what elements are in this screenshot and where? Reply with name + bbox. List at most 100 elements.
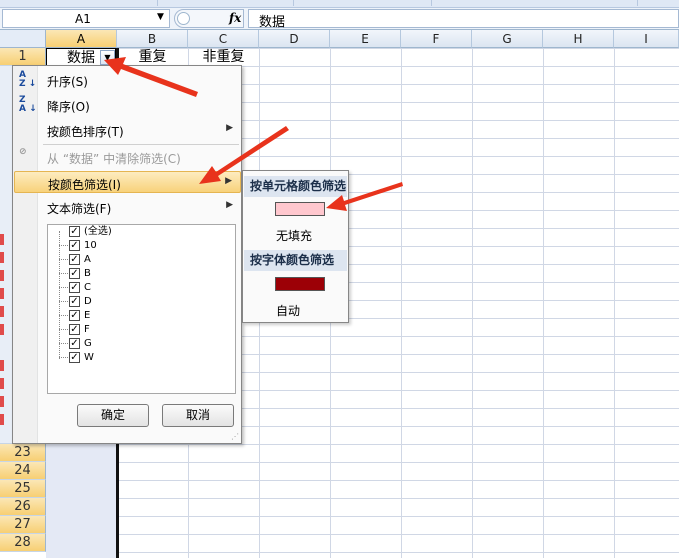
list-item[interactable]: ✓ C — [48, 281, 235, 295]
checkbox[interactable]: ✓ — [69, 240, 80, 251]
menu-item-label: 文本筛选(F) — [47, 202, 112, 216]
checkbox[interactable]: ✓ — [69, 226, 80, 237]
column-header-h[interactable]: H — [543, 30, 614, 48]
insert-function-button[interactable]: fx — [229, 11, 241, 25]
cancel-button[interactable]: 取消 — [162, 404, 234, 427]
list-item-label: (全选) — [84, 226, 112, 237]
red-cell-mark — [0, 324, 4, 335]
list-item[interactable]: ✓ (全选) — [48, 225, 235, 239]
ribbon-segment — [294, 0, 432, 6]
menu-item-label: 按颜色排序(T) — [47, 125, 124, 139]
red-cell-mark — [0, 288, 4, 299]
ribbon-segment — [0, 0, 158, 6]
ribbon-segment — [432, 0, 638, 6]
column-header-c[interactable]: C — [188, 30, 259, 48]
no-fill-option[interactable]: 无填充 — [276, 227, 312, 244]
column-header-g[interactable]: G — [472, 30, 543, 48]
menu-item-label: 升序(S) — [47, 75, 88, 89]
submenu-arrow-icon: ▶ — [225, 176, 232, 186]
list-item-label: D — [84, 296, 92, 307]
list-item[interactable]: ✓ W — [48, 351, 235, 365]
formula-bar: A1 ▼ fx 数据 — [0, 8, 679, 30]
checkbox[interactable]: ✓ — [69, 310, 80, 321]
list-item[interactable]: ✓ D — [48, 295, 235, 309]
cell-c1[interactable]: 非重复 — [188, 48, 259, 66]
resize-grip-icon[interactable]: ⋰ — [231, 433, 239, 441]
row-header-23[interactable]: 23 — [0, 444, 46, 462]
row-header-26[interactable]: 26 — [0, 498, 46, 516]
cell-color-header: 按单元格颜色筛选 — [244, 176, 347, 197]
checkbox[interactable]: ✓ — [69, 296, 80, 307]
list-item-label: E — [84, 310, 91, 321]
list-item-label: G — [84, 338, 92, 349]
automatic-option[interactable]: 自动 — [276, 302, 300, 319]
menu-item-sort-descending[interactable]: ZA ↓ 降序(O) — [14, 94, 241, 116]
menu-item-filter-by-color[interactable]: 按颜色筛选(I) ▶ — [14, 171, 241, 193]
red-cell-mark — [0, 396, 4, 407]
red-cell-mark — [0, 378, 4, 389]
sort-descending-icon: ZA ↓ — [19, 95, 37, 114]
submenu-arrow-icon: ▶ — [226, 123, 233, 133]
column-header-f[interactable]: F — [401, 30, 472, 48]
row-header-1[interactable]: 1 — [0, 48, 46, 66]
column-header-d[interactable]: D — [259, 30, 330, 48]
ribbon-segment — [158, 0, 294, 6]
ok-button[interactable]: 确定 — [77, 404, 149, 427]
checkbox[interactable]: ✓ — [69, 254, 80, 265]
red-cell-mark — [0, 360, 4, 371]
sort-ascending-icon: AZ ↓ — [19, 70, 37, 89]
name-box-value: A1 — [75, 12, 91, 26]
filter-by-color-submenu: 按单元格颜色筛选 无填充 按字体颜色筛选 自动 — [242, 170, 349, 323]
list-item[interactable]: ✓ B — [48, 267, 235, 281]
list-item[interactable]: ✓ F — [48, 323, 235, 337]
column-header-e[interactable]: E — [330, 30, 401, 48]
menu-item-label: 从 “数据” 中清除筛选(C) — [47, 152, 181, 166]
list-item[interactable]: ✓ E — [48, 309, 235, 323]
menu-item-sort-ascending[interactable]: AZ ↓ 升序(S) — [14, 69, 241, 91]
submenu-arrow-icon: ▶ — [226, 200, 233, 210]
autofilter-menu: AZ ↓ 升序(S) ZA ↓ 降序(O) 按颜色排序(T) ▶ ⊘ 从 “数据… — [12, 65, 242, 444]
row-header-28[interactable]: 28 — [0, 534, 46, 552]
checkbox[interactable]: ✓ — [69, 352, 80, 363]
list-item-label: 10 — [84, 240, 97, 251]
row-header-27[interactable]: 27 — [0, 516, 46, 534]
menu-item-label: 按颜色筛选(I) — [48, 178, 121, 192]
select-all-corner[interactable] — [0, 30, 46, 48]
formula-controls: fx — [174, 9, 244, 28]
row-header-25[interactable]: 25 — [0, 480, 46, 498]
red-cell-mark — [0, 306, 4, 317]
list-item[interactable]: ✓ G — [48, 337, 235, 351]
clear-filter-icon: ⊘ — [19, 147, 27, 157]
list-item-label: A — [84, 254, 91, 265]
checkbox[interactable]: ✓ — [69, 282, 80, 293]
list-item-label: B — [84, 268, 91, 279]
column-header-b[interactable]: B — [117, 30, 188, 48]
ribbon-bottom-edge — [0, 0, 679, 8]
formula-input[interactable]: 数据 — [248, 9, 679, 30]
red-cell-mark — [0, 252, 4, 263]
filter-dropdown-button[interactable]: ▼ — [100, 50, 115, 65]
checkbox[interactable]: ✓ — [69, 324, 80, 335]
filter-value-list[interactable]: ✓ (全选) ✓ 10 ✓ A ✓ B ✓ C ✓ D ✓ E ✓ F ✓ G … — [47, 224, 236, 394]
checkbox[interactable]: ✓ — [69, 268, 80, 279]
chevron-down-icon[interactable]: ▼ — [157, 12, 164, 22]
cell-b1[interactable]: 重复 — [117, 48, 188, 66]
list-item[interactable]: ✓ A — [48, 253, 235, 267]
red-cell-mark — [0, 414, 4, 425]
name-box[interactable]: A1 ▼ — [2, 9, 170, 28]
menu-item-clear-filter[interactable]: ⊘ 从 “数据” 中清除筛选(C) — [14, 146, 241, 168]
menu-separator — [43, 144, 239, 145]
column-header-a[interactable]: A — [46, 30, 117, 48]
expand-knob-icon[interactable] — [177, 12, 190, 25]
menu-item-label: 降序(O) — [47, 100, 90, 114]
cell-color-swatch[interactable] — [275, 202, 325, 216]
column-header-i[interactable]: I — [614, 30, 679, 48]
row-header-24[interactable]: 24 — [0, 462, 46, 480]
red-cell-mark — [0, 270, 4, 281]
list-item-label: C — [84, 282, 91, 293]
list-item[interactable]: ✓ 10 — [48, 239, 235, 253]
font-color-swatch[interactable] — [275, 277, 325, 291]
menu-item-sort-by-color[interactable]: 按颜色排序(T) ▶ — [14, 119, 241, 141]
checkbox[interactable]: ✓ — [69, 338, 80, 349]
menu-item-text-filter[interactable]: 文本筛选(F) ▶ — [14, 196, 241, 218]
